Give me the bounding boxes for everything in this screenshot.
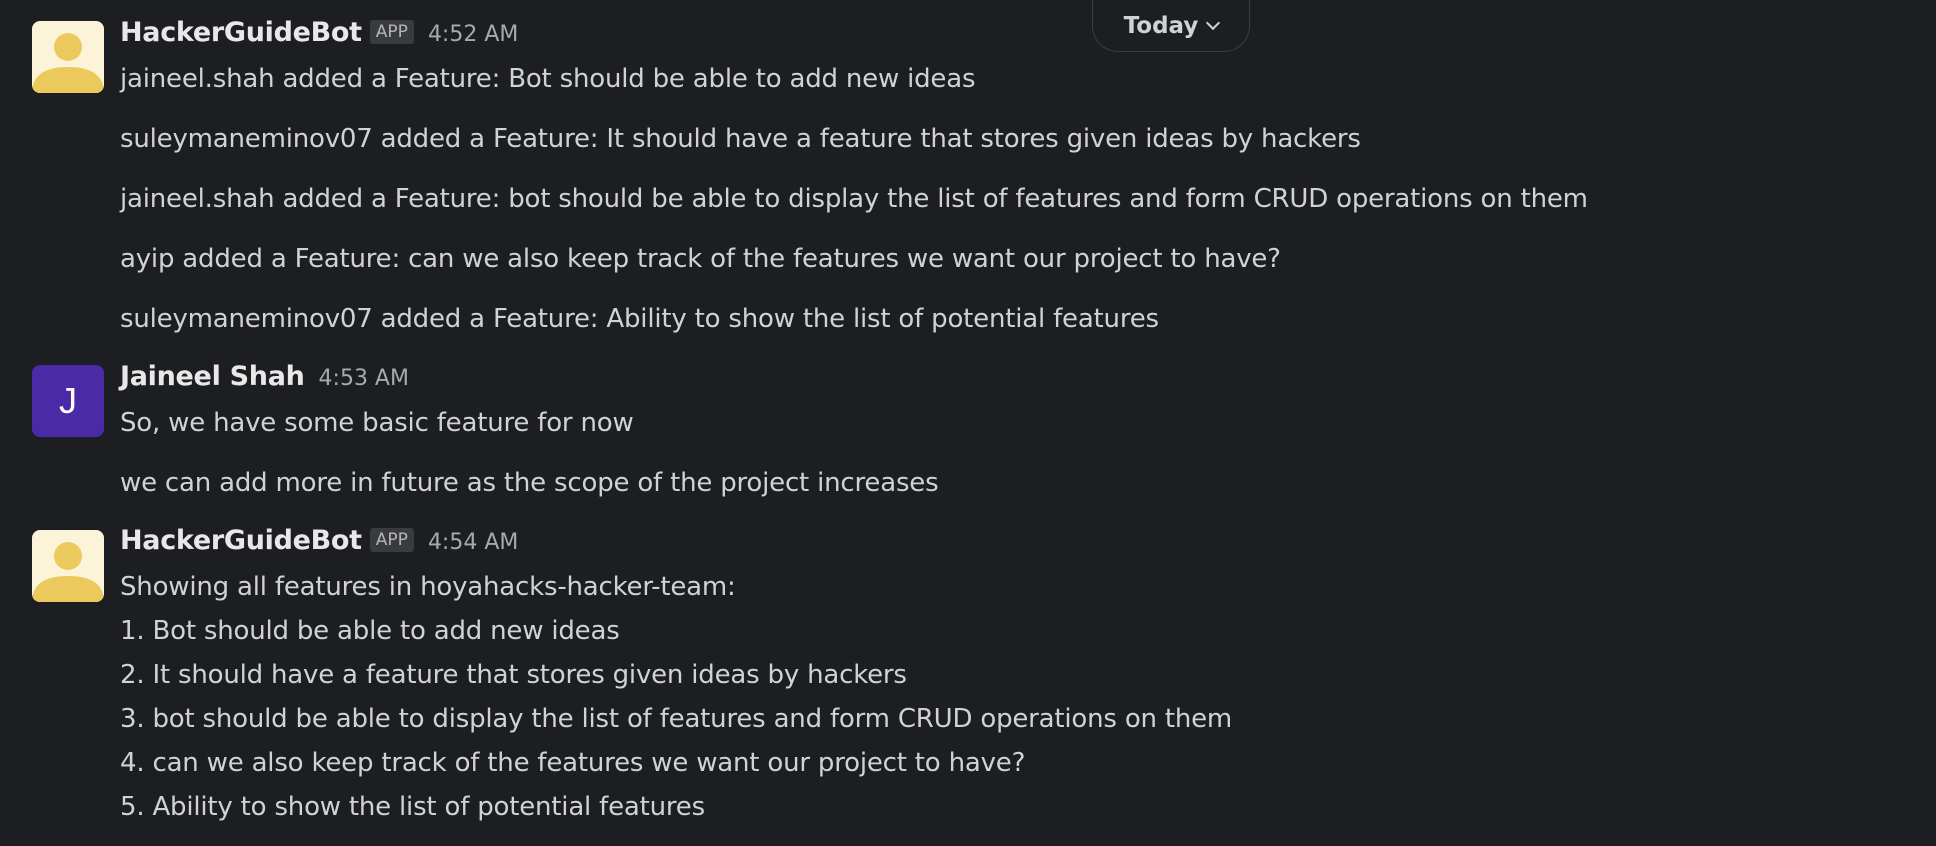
message-text: Showing all features in hoyahacks-hacker… [120, 572, 736, 602]
avatar-letter: J [59, 380, 77, 421]
message-text: jaineel.shah added a Feature: Bot should… [120, 64, 976, 94]
default-person-avatar-icon [32, 33, 104, 93]
message-text: suleymaneminov07 added a Feature: Abilit… [120, 304, 1159, 334]
app-badge: APP [369, 528, 414, 552]
message-text: So, we have some basic feature for now [120, 408, 634, 438]
chevron-down-icon [1206, 15, 1221, 30]
app-badge: APP [369, 20, 414, 44]
avatar[interactable]: J [32, 365, 104, 437]
default-person-avatar-icon [32, 542, 104, 602]
list-item: 2. It should have a feature that stores … [120, 660, 907, 690]
date-divider-label: Today [1123, 12, 1199, 39]
message-header: Jaineel Shah 4:53 AM [120, 361, 409, 392]
list-item: 5. Ability to show the list of potential… [120, 792, 705, 822]
author-name[interactable]: Jaineel Shah [120, 361, 305, 392]
list-item: 4. can we also keep track of the feature… [120, 748, 1026, 778]
message-header: HackerGuideBot APP 4:52 AM [120, 17, 518, 48]
message-text: we can add more in future as the scope o… [120, 468, 939, 498]
timestamp[interactable]: 4:54 AM [428, 530, 518, 555]
message-text: ayip added a Feature: can we also keep t… [120, 244, 1281, 274]
date-divider-button[interactable]: Today [1092, 0, 1250, 52]
list-item: 1. Bot should be able to add new ideas [120, 616, 620, 646]
timestamp[interactable]: 4:52 AM [428, 22, 518, 47]
author-name[interactable]: HackerGuideBot [120, 525, 362, 556]
message-header: HackerGuideBot APP 4:54 AM [120, 525, 518, 556]
author-name[interactable]: HackerGuideBot [120, 17, 362, 48]
message-text: jaineel.shah added a Feature: bot should… [120, 184, 1588, 214]
avatar[interactable] [32, 530, 104, 602]
avatar[interactable] [32, 21, 104, 93]
message-text: suleymaneminov07 added a Feature: It sho… [120, 124, 1361, 154]
message-feed: Today HackerGuideBot APP 4:52 AM jaineel… [0, 0, 1936, 846]
timestamp[interactable]: 4:53 AM [319, 366, 409, 391]
list-item: 3. bot should be able to display the lis… [120, 704, 1233, 734]
